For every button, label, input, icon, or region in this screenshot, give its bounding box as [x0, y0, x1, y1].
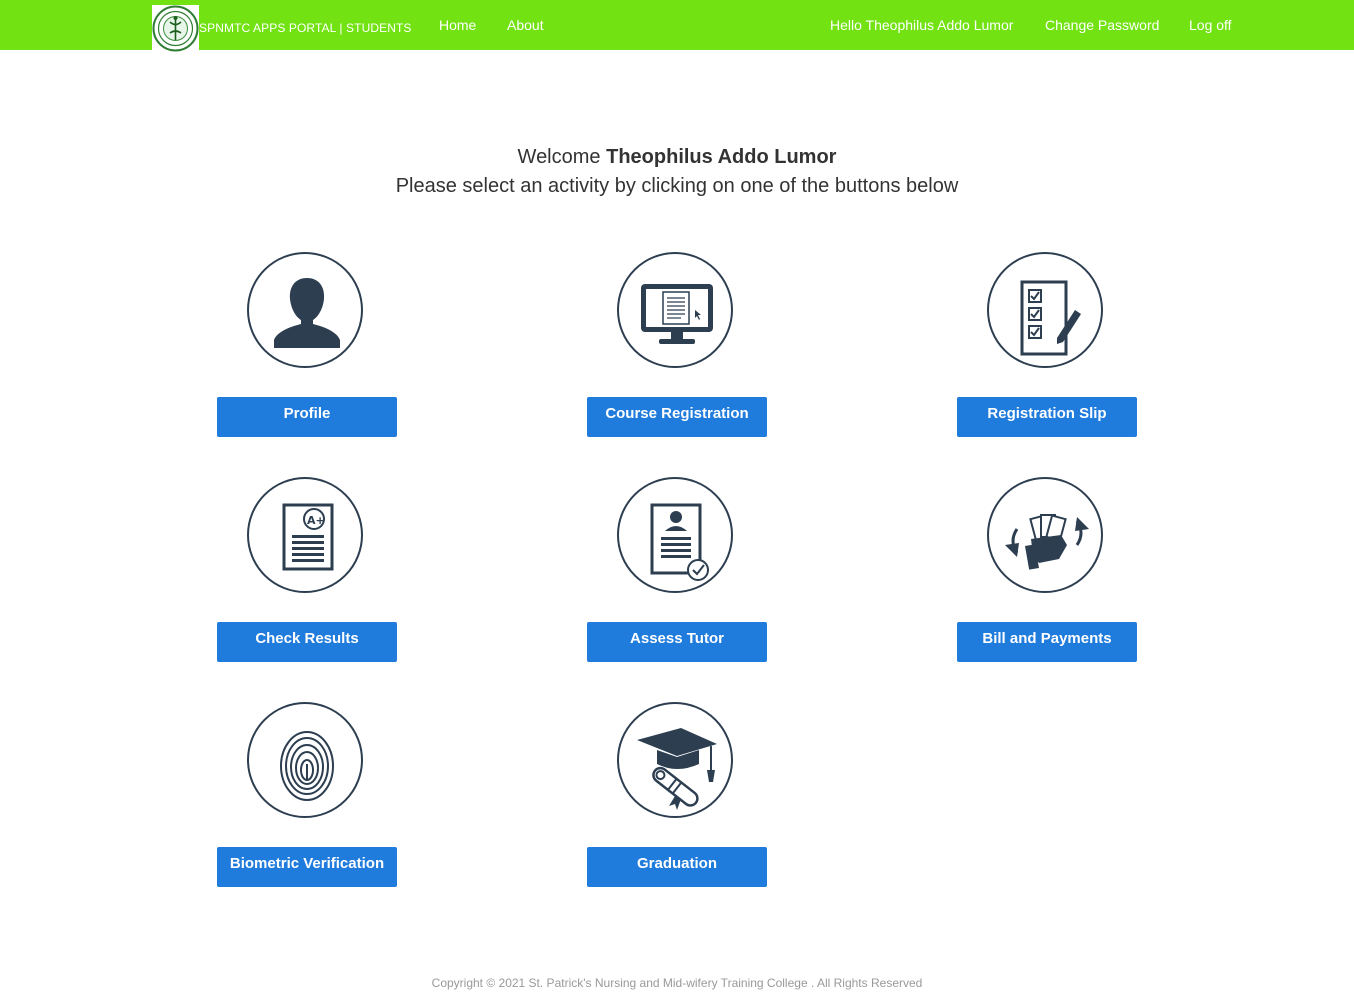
welcome-heading: Welcome Theophilus Addo Lumor	[0, 146, 1354, 169]
bill-and-payments-button[interactable]: Bill and Payments	[957, 622, 1137, 662]
hand-money-icon[interactable]	[987, 477, 1103, 593]
profile-button[interactable]: Profile	[217, 397, 397, 437]
biometric-verification-button[interactable]: Biometric Verification	[217, 847, 397, 887]
svg-text:A+: A+	[307, 514, 325, 527]
welcome-prefix: Welcome	[517, 146, 601, 168]
nav-home-link[interactable]: Home	[439, 17, 476, 33]
fingerprint-icon[interactable]	[247, 702, 363, 818]
nav-change-password-link[interactable]: Change Password	[1045, 17, 1159, 33]
assess-tutor-button[interactable]: Assess Tutor	[587, 622, 767, 662]
user-silhouette-icon[interactable]	[247, 252, 363, 368]
copyright-footer: Copyright © 2021 St. Patrick's Nursing a…	[431, 976, 923, 990]
nav-hello-user-link[interactable]: Hello Theophilus Addo Lumor	[830, 17, 1013, 33]
course-registration-button[interactable]: Course Registration	[587, 397, 767, 437]
graduation-button[interactable]: Graduation	[587, 847, 767, 887]
graduation-cap-diploma-icon[interactable]	[617, 702, 733, 818]
checklist-pencil-icon[interactable]	[987, 252, 1103, 368]
monitor-document-icon[interactable]	[617, 252, 733, 368]
nav-about-link[interactable]: About	[507, 17, 544, 33]
check-results-button[interactable]: Check Results	[217, 622, 397, 662]
welcome-user-name: Theophilus Addo Lumor	[606, 146, 837, 168]
tutor-profile-check-icon[interactable]	[617, 477, 733, 593]
top-navbar: SPNMTC APPS PORTAL | STUDENTS Home About…	[0, 0, 1354, 52]
nav-log-off-link[interactable]: Log off	[1189, 17, 1232, 33]
instruction-text: Please select an activity by clicking on…	[395, 175, 959, 197]
registration-slip-button[interactable]: Registration Slip	[957, 397, 1137, 437]
college-seal-icon[interactable]	[152, 5, 199, 52]
portal-brand[interactable]: SPNMTC APPS PORTAL | STUDENTS	[199, 21, 412, 35]
graded-report-icon[interactable]: A+	[247, 477, 363, 593]
